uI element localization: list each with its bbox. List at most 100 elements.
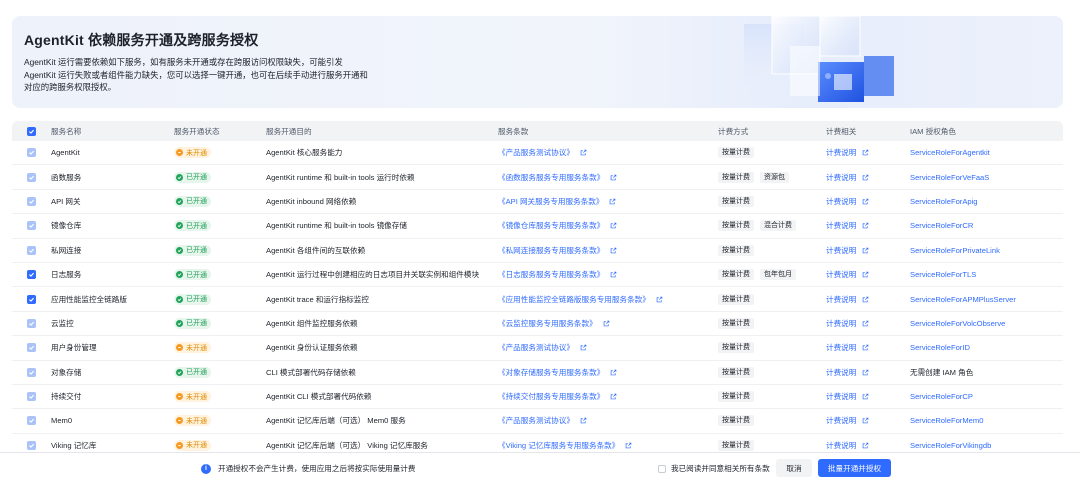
iam-role-link[interactable]: ServiceRoleForPrivateLink bbox=[910, 246, 1000, 255]
terms-link[interactable]: 《函数服务服务专用服务条款》 bbox=[498, 173, 604, 182]
service-terms[interactable]: 《云监控服务专用服务条款》 bbox=[498, 318, 610, 329]
external-link-icon[interactable] bbox=[625, 442, 632, 451]
row-checkbox[interactable] bbox=[27, 221, 36, 231]
terms-link[interactable]: 《云监控服务专用服务条款》 bbox=[498, 319, 597, 328]
table-row[interactable]: API 网关 已开通 AgentKit inbound 网络依赖 《API 网关服务专… bbox=[12, 190, 1063, 215]
billing-info[interactable]: 计费说明 bbox=[826, 245, 869, 256]
agree-terms[interactable]: 我已阅读并同意相关所有条款 bbox=[658, 463, 770, 474]
service-terms[interactable]: 《API 网关服务专用服务条款》 bbox=[498, 196, 616, 207]
terms-link[interactable]: 《Viking 记忆库服务专用服务条款》 bbox=[498, 441, 619, 450]
row-checkbox[interactable] bbox=[27, 392, 36, 402]
external-link-icon[interactable] bbox=[862, 442, 869, 451]
billing-info-link[interactable]: 计费说明 bbox=[826, 416, 856, 425]
row-checkbox[interactable] bbox=[27, 440, 36, 450]
billing-info-link[interactable]: 计费说明 bbox=[826, 221, 856, 230]
table-row[interactable]: 持续交付 未开通 AgentKit CLI 模式部署代码依赖 《持续交付服务专用服务条… bbox=[12, 385, 1063, 410]
billing-info-link[interactable]: 计费说明 bbox=[826, 246, 856, 255]
external-link-icon[interactable] bbox=[862, 320, 869, 329]
iam-role-link[interactable]: ServiceRoleForID bbox=[910, 343, 970, 352]
external-link-icon[interactable] bbox=[610, 393, 617, 402]
table-row[interactable]: 函数服务 已开通 AgentKit runtime 和 built-in tools… bbox=[12, 165, 1063, 190]
billing-info[interactable]: 计费说明 bbox=[826, 220, 869, 231]
service-terms[interactable]: 《日志服务服务专用服务条款》 bbox=[498, 269, 617, 280]
service-terms[interactable]: 《私网连接服务专用服务条款》 bbox=[498, 245, 617, 256]
agree-checkbox[interactable] bbox=[658, 464, 666, 473]
external-link-icon[interactable] bbox=[610, 369, 617, 378]
billing-info-link[interactable]: 计费说明 bbox=[826, 319, 856, 328]
billing-info[interactable]: 计费说明 bbox=[826, 342, 869, 353]
billing-info[interactable]: 计费说明 bbox=[826, 196, 869, 207]
iam-role-link[interactable]: ServiceRoleForCP bbox=[910, 392, 973, 401]
external-link-icon[interactable] bbox=[862, 393, 869, 402]
terms-link[interactable]: 《产品服务测试协议》 bbox=[498, 343, 574, 352]
table-row[interactable]: 云监控 已开通 AgentKit 组件监控服务依赖 《云监控服务专用服务条款》 按量计费… bbox=[12, 312, 1063, 337]
table-row[interactable]: Mem0 未开通 AgentKit 记忆库后端（可选） Mem0 服务 《产品服务测试… bbox=[12, 409, 1063, 434]
external-link-icon[interactable] bbox=[862, 369, 869, 378]
table-row[interactable]: 应用性能监控全链路版 已开通 AgentKit trace 和运行指标监控 《应用性能… bbox=[12, 287, 1063, 312]
external-link-icon[interactable] bbox=[862, 271, 869, 280]
batch-enable-authorize-button[interactable]: 批量开通并授权 bbox=[818, 459, 891, 477]
service-terms[interactable]: 《产品服务测试协议》 bbox=[498, 342, 587, 353]
external-link-icon[interactable] bbox=[610, 174, 617, 183]
table-row[interactable]: 私网连接 已开通 AgentKit 各组件间的互联依赖 《私网连接服务专用服务条款》 按… bbox=[12, 239, 1063, 263]
billing-info-link[interactable]: 计费说明 bbox=[826, 441, 856, 450]
terms-link[interactable]: 《私网连接服务专用服务条款》 bbox=[498, 246, 604, 255]
select-all-checkbox[interactable] bbox=[27, 126, 36, 136]
row-checkbox[interactable] bbox=[27, 148, 36, 158]
billing-info-link[interactable]: 计费说明 bbox=[826, 295, 856, 304]
billing-info[interactable]: 计费说明 bbox=[826, 391, 869, 402]
terms-link[interactable]: 《应用性能监控全链路版服务专用服务条款》 bbox=[498, 295, 650, 304]
table-row[interactable]: AgentKit 未开通 AgentKit 核心服务能力 《产品服务测试协议》 按量计费… bbox=[12, 141, 1063, 166]
table-row[interactable]: 镜像仓库 已开通 AgentKit runtime 和 built-in tools… bbox=[12, 214, 1063, 239]
service-terms[interactable]: 《镜像仓库服务专用服务条款》 bbox=[498, 220, 617, 231]
external-link-icon[interactable] bbox=[862, 174, 869, 183]
table-row[interactable]: 用户身份管理 未开通 AgentKit 身份认证服务依赖 《产品服务测试协议》 按量计费… bbox=[12, 336, 1063, 361]
external-link-icon[interactable] bbox=[610, 247, 617, 256]
billing-info[interactable]: 计费说明 bbox=[826, 269, 869, 280]
iam-role-link[interactable]: ServiceRoleForAgentkit bbox=[910, 148, 990, 157]
external-link-icon[interactable] bbox=[610, 271, 617, 280]
external-link-icon[interactable] bbox=[862, 344, 869, 353]
billing-info-link[interactable]: 计费说明 bbox=[826, 368, 856, 377]
service-terms[interactable]: 《Viking 记忆库服务专用服务条款》 bbox=[498, 440, 632, 451]
billing-info-link[interactable]: 计费说明 bbox=[826, 173, 856, 182]
billing-info-link[interactable]: 计费说明 bbox=[826, 148, 856, 157]
terms-link[interactable]: 《对象存储服务专用服务条款》 bbox=[498, 368, 604, 377]
service-terms[interactable]: 《产品服务测试协议》 bbox=[498, 415, 587, 426]
external-link-icon[interactable] bbox=[862, 222, 869, 231]
external-link-icon[interactable] bbox=[862, 149, 869, 158]
external-link-icon[interactable] bbox=[609, 198, 616, 207]
external-link-icon[interactable] bbox=[580, 417, 587, 426]
iam-role-link[interactable]: ServiceRoleForMem0 bbox=[910, 416, 983, 425]
billing-info[interactable]: 计费说明 bbox=[826, 294, 869, 305]
billing-info[interactable]: 计费说明 bbox=[826, 415, 869, 426]
billing-info-link[interactable]: 计费说明 bbox=[826, 197, 856, 206]
iam-role-link[interactable]: ServiceRoleForVeFaaS bbox=[910, 173, 989, 182]
service-terms[interactable]: 《持续交付服务专用服务条款》 bbox=[498, 391, 617, 402]
table-row[interactable]: 日志服务 已开通 AgentKit 运行过程中创建相应的日志项目并关联实例和组件模块… bbox=[12, 263, 1063, 288]
iam-role-link[interactable]: ServiceRoleForTLS bbox=[910, 270, 976, 279]
external-link-icon[interactable] bbox=[862, 417, 869, 426]
row-checkbox[interactable] bbox=[27, 343, 36, 353]
row-checkbox[interactable] bbox=[27, 318, 36, 328]
external-link-icon[interactable] bbox=[656, 296, 663, 305]
billing-info-link[interactable]: 计费说明 bbox=[826, 270, 856, 279]
billing-info[interactable]: 计费说明 bbox=[826, 172, 869, 183]
terms-link[interactable]: 《持续交付服务专用服务条款》 bbox=[498, 392, 604, 401]
row-checkbox[interactable] bbox=[27, 294, 36, 304]
external-link-icon[interactable] bbox=[862, 198, 869, 207]
external-link-icon[interactable] bbox=[580, 344, 587, 353]
service-terms[interactable]: 《函数服务服务专用服务条款》 bbox=[498, 172, 617, 183]
terms-link[interactable]: 《产品服务测试协议》 bbox=[498, 148, 574, 157]
external-link-icon[interactable] bbox=[862, 296, 869, 305]
iam-role-link[interactable]: ServiceRoleForAPMPlusServer bbox=[910, 295, 1016, 304]
terms-link[interactable]: 《镜像仓库服务专用服务条款》 bbox=[498, 221, 604, 230]
service-terms[interactable]: 《应用性能监控全链路版服务专用服务条款》 bbox=[498, 294, 663, 305]
row-checkbox[interactable] bbox=[27, 172, 36, 182]
billing-info-link[interactable]: 计费说明 bbox=[826, 392, 856, 401]
row-checkbox[interactable] bbox=[27, 245, 36, 255]
billing-info[interactable]: 计费说明 bbox=[826, 147, 869, 158]
terms-link[interactable]: 《产品服务测试协议》 bbox=[498, 416, 574, 425]
terms-link[interactable]: 《日志服务服务专用服务条款》 bbox=[498, 270, 604, 279]
iam-role-link[interactable]: ServiceRoleForApig bbox=[910, 197, 978, 206]
